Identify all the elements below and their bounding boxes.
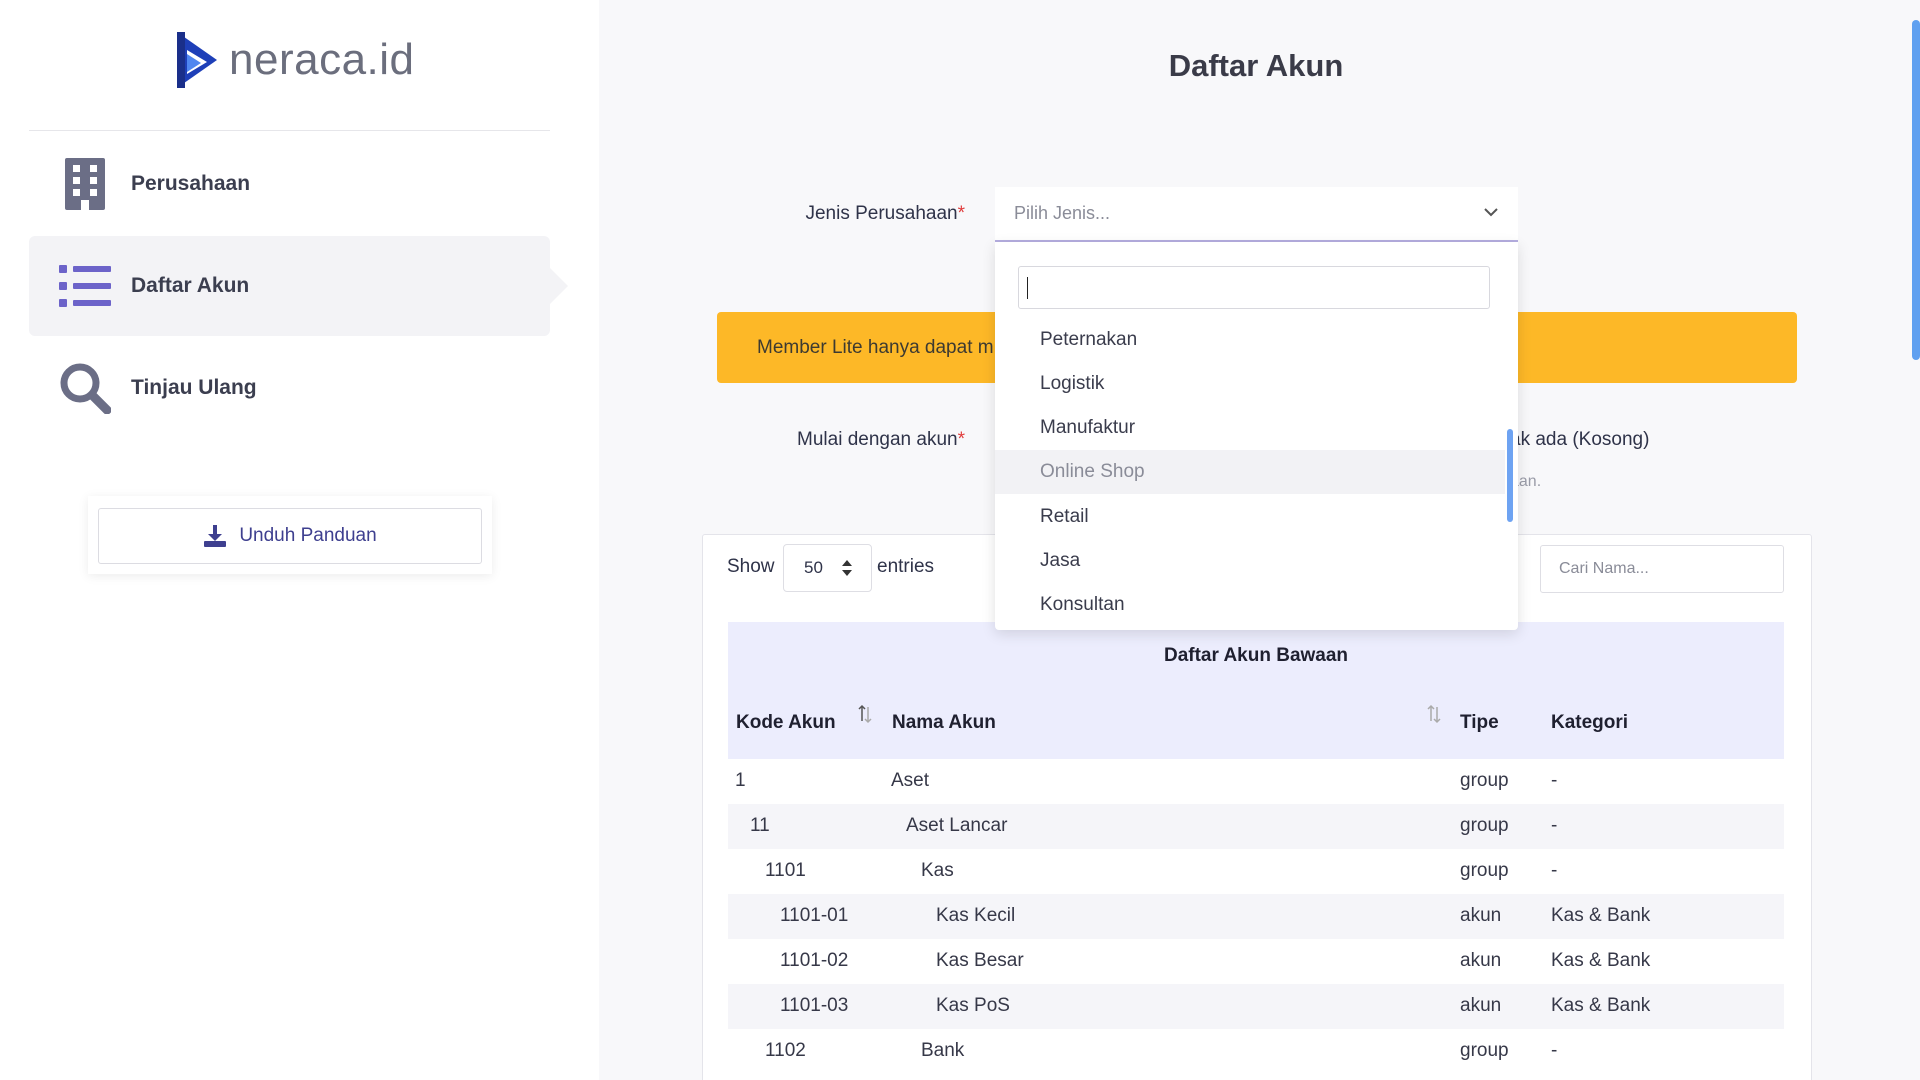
cell-kategori: Kas & Bank bbox=[1551, 950, 1651, 971]
cell-nama-akun: Kas PoS bbox=[936, 995, 1010, 1016]
table-header bbox=[728, 622, 1784, 759]
jenis-perusahaan-select[interactable]: Pilih Jenis... bbox=[995, 187, 1518, 242]
chevron-down-icon bbox=[1484, 208, 1498, 217]
cell-kode-akun: 1101-02 bbox=[780, 950, 849, 971]
sort-icon[interactable] bbox=[858, 704, 872, 724]
cell-kode-akun: 1 bbox=[735, 770, 746, 791]
table-row[interactable]: 11 Aset Lancar group - bbox=[728, 804, 1784, 849]
table-row[interactable]: 1102 Bank group - bbox=[728, 1029, 1784, 1074]
dropdown-option[interactable]: Retail bbox=[995, 495, 1505, 539]
cell-kategori: Kas & Bank bbox=[1551, 995, 1651, 1016]
show-label: Show bbox=[727, 556, 775, 577]
dropdown-search-input[interactable] bbox=[1018, 266, 1490, 309]
sort-icon[interactable] bbox=[1427, 704, 1441, 724]
sidebar-item-tinjau-ulang[interactable]: Tinjau Ulang bbox=[29, 338, 550, 438]
required-mark: * bbox=[957, 429, 965, 450]
entries-value: 50 bbox=[804, 558, 823, 577]
sidebar-item-label: Perusahaan bbox=[131, 172, 251, 195]
table-row[interactable]: 1101 Kas group - bbox=[728, 849, 1784, 894]
sidebar-divider bbox=[29, 130, 550, 131]
search-icon bbox=[55, 358, 115, 418]
jenis-perusahaan-label: Jenis Perusahaan* bbox=[760, 203, 965, 225]
brand-logo[interactable]: neraca.id bbox=[173, 30, 415, 90]
cell-kategori: - bbox=[1551, 1040, 1558, 1061]
cell-nama-akun: Aset Lancar bbox=[906, 815, 1008, 836]
jenis-perusahaan-label-text: Jenis Perusahaan bbox=[805, 203, 958, 224]
mulai-akun-label-text: Mulai dengan akun bbox=[797, 429, 958, 450]
cell-tipe: group bbox=[1460, 815, 1509, 836]
cell-kode-akun: 11 bbox=[750, 815, 770, 836]
required-mark: * bbox=[957, 203, 965, 224]
dropdown-option[interactable]: Jasa bbox=[995, 539, 1505, 583]
mulai-akun-label: Mulai dengan akun* bbox=[760, 429, 965, 451]
download-icon bbox=[204, 525, 227, 547]
cell-kategori: - bbox=[1551, 770, 1558, 791]
dropdown-option[interactable]: Manufaktur bbox=[995, 406, 1505, 450]
cell-kategori: - bbox=[1551, 815, 1558, 836]
page-title: Daftar Akun bbox=[1168, 48, 1344, 83]
sidebar: neraca.id Perusahaan Daftar Akun Tinjau … bbox=[0, 0, 599, 1080]
cell-kode-akun: 1101 bbox=[765, 860, 806, 881]
table-search-input[interactable] bbox=[1540, 545, 1784, 593]
sidebar-item-daftar-akun[interactable]: Daftar Akun bbox=[29, 236, 568, 336]
page-scrollbar[interactable] bbox=[1912, 20, 1920, 360]
sort-arrows-icon bbox=[842, 560, 852, 576]
column-header-kode-akun[interactable]: Kode Akun bbox=[736, 712, 836, 734]
table-row[interactable]: 1101-02 Kas Besar akun Kas & Bank bbox=[728, 939, 1784, 984]
cell-nama-akun: Bank bbox=[921, 1040, 965, 1061]
cell-nama-akun: Kas bbox=[921, 860, 954, 881]
jenis-perusahaan-dropdown: Peternakan Logistik Manufaktur Online Sh… bbox=[995, 242, 1518, 630]
table-row[interactable]: 1 Aset group - bbox=[728, 759, 1784, 804]
cell-kategori: - bbox=[1551, 860, 1558, 881]
dropdown-scrollbar[interactable] bbox=[1507, 429, 1513, 522]
brand-name: neraca.id bbox=[229, 35, 415, 84]
download-guide-button[interactable]: Unduh Panduan bbox=[98, 508, 482, 564]
dropdown-option[interactable]: Logistik bbox=[995, 362, 1505, 406]
sidebar-item-perusahaan[interactable]: Perusahaan bbox=[29, 134, 550, 234]
cell-tipe: akun bbox=[1460, 950, 1502, 971]
dropdown-option[interactable]: Online Shop bbox=[995, 450, 1505, 494]
mulai-akun-option-kosong[interactable]: ak ada (Kosong) bbox=[1510, 429, 1649, 451]
cell-tipe: group bbox=[1460, 1040, 1509, 1061]
cell-kategori: Kas & Bank bbox=[1551, 905, 1651, 926]
table-row[interactable]: 1101-01 Kas Kecil akun Kas & Bank bbox=[728, 894, 1784, 939]
column-header-tipe[interactable]: Tipe bbox=[1460, 712, 1499, 734]
select-placeholder: Pilih Jenis... bbox=[1014, 203, 1111, 223]
cell-kode-akun: 1101-01 bbox=[780, 905, 849, 926]
cell-tipe: akun bbox=[1460, 995, 1502, 1016]
cell-tipe: group bbox=[1460, 860, 1509, 881]
entries-select[interactable]: 50 bbox=[783, 544, 872, 592]
neraca-logo-icon bbox=[177, 32, 217, 88]
cell-kode-akun: 1102 bbox=[765, 1040, 806, 1061]
text-caret bbox=[1027, 277, 1028, 299]
column-header-kategori[interactable]: Kategori bbox=[1551, 712, 1628, 734]
sidebar-item-label: Daftar Akun bbox=[131, 274, 250, 297]
download-guide-label: Unduh Panduan bbox=[239, 525, 377, 546]
table-row[interactable]: 1101-03 Kas PoS akun Kas & Bank bbox=[728, 984, 1784, 1029]
dropdown-option[interactable]: Konsultan bbox=[995, 583, 1505, 627]
cell-tipe: akun bbox=[1460, 905, 1502, 926]
dropdown-option[interactable]: Peternakan bbox=[995, 318, 1505, 362]
table-title: Daftar Akun Bawaan bbox=[1163, 645, 1349, 666]
cell-tipe: group bbox=[1460, 770, 1509, 791]
cell-nama-akun: Kas Besar bbox=[936, 950, 1024, 971]
building-icon bbox=[55, 154, 115, 214]
column-header-nama-akun[interactable]: Nama Akun bbox=[892, 712, 996, 734]
cell-kode-akun: 1101-03 bbox=[780, 995, 849, 1016]
alert-text: Member Lite hanya dapat m bbox=[757, 336, 994, 358]
entries-label: entries bbox=[877, 556, 935, 577]
cell-nama-akun: Kas Kecil bbox=[936, 905, 1016, 926]
cell-nama-akun: Aset bbox=[891, 770, 930, 791]
download-guide-card: Unduh Panduan bbox=[88, 496, 492, 574]
sidebar-item-label: Tinjau Ulang bbox=[131, 376, 257, 399]
list-icon bbox=[55, 256, 115, 316]
